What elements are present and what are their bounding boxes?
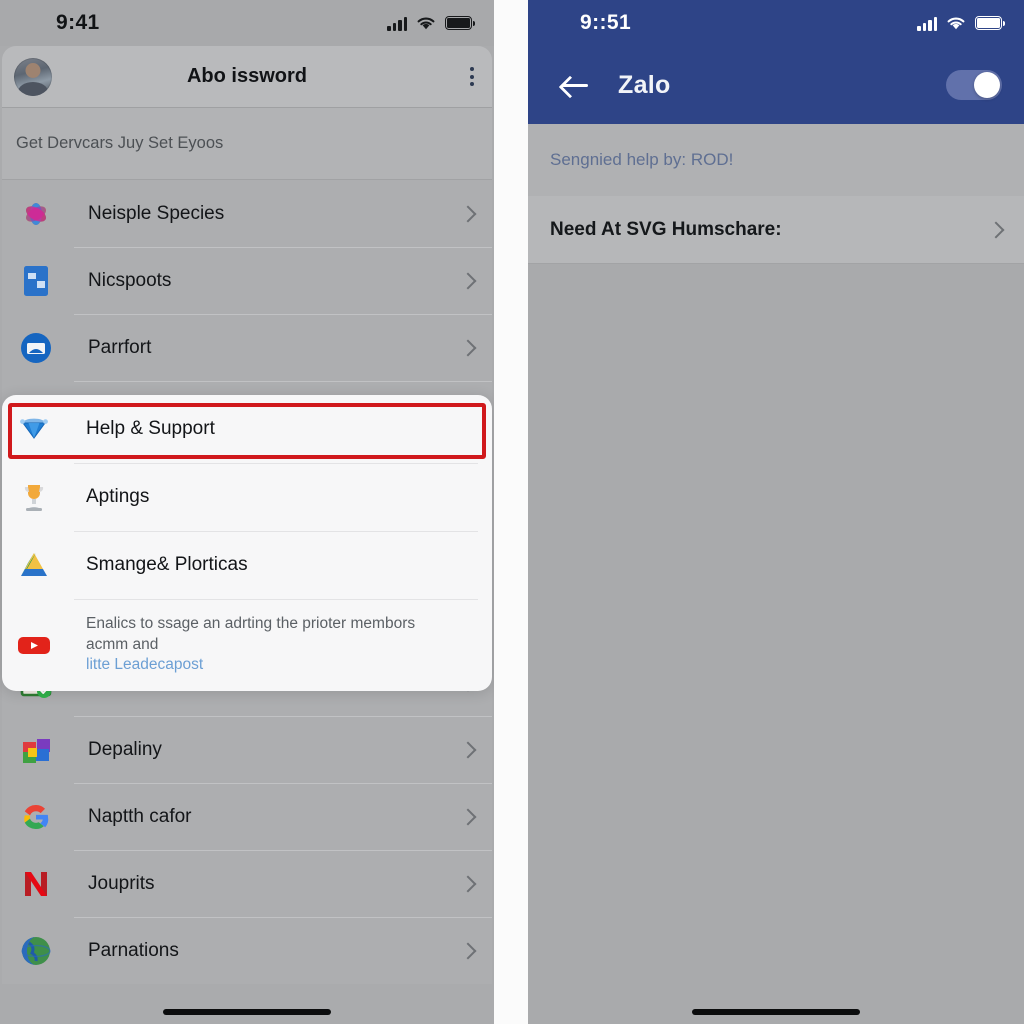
chevron-right-icon xyxy=(459,272,477,289)
chevron-right-icon xyxy=(459,875,477,892)
list-item[interactable]: Depaliny xyxy=(2,716,492,783)
status-bar-time: 9:41 xyxy=(56,11,100,34)
right-status-bar: 9::51 xyxy=(528,0,1024,46)
list-item-label: Parrfort xyxy=(88,336,152,358)
help-support-label: Help & Support xyxy=(86,418,215,439)
passport-icon xyxy=(16,328,56,368)
note-line-1: Enalics to ssage an adrting the prioter … xyxy=(86,615,416,633)
overlay-card: Help & Support Aptings Smange& Plorticas… xyxy=(2,395,492,691)
screenshot-stage: 9:41 Abo issword Get Dervcars Juy Set Ey… xyxy=(0,0,1024,1024)
right-list-item-label: Need At SVG Humschare: xyxy=(550,218,782,240)
home-indicator xyxy=(163,1009,331,1015)
list-item[interactable]: Parnations xyxy=(2,917,492,984)
netflix-icon xyxy=(16,864,56,904)
nav-title: Zalo xyxy=(618,70,671,99)
list-item[interactable]: Naptth cafor xyxy=(2,783,492,850)
youtube-icon xyxy=(14,625,54,665)
youtube-note-text: Enalics to ssage an adrting the prioter … xyxy=(86,614,415,676)
subtitle-text: Get Dervcars Juy Set Eyoos xyxy=(16,134,224,152)
status-bar-icons xyxy=(917,16,1006,31)
photos-icon xyxy=(16,194,56,234)
signal-bars-icon xyxy=(917,16,937,31)
left-status-bar: 9:41 xyxy=(0,0,494,46)
list-item-label: Jouprits xyxy=(88,872,155,894)
help-support-item[interactable]: Help & Support xyxy=(2,395,492,463)
youtube-note-item[interactable]: Enalics to ssage an adrting the prioter … xyxy=(2,599,492,691)
left-header-bar: Abo issword xyxy=(2,46,492,108)
battery-icon xyxy=(445,16,476,30)
home-indicator xyxy=(692,1009,860,1015)
left-phone-panel: 9:41 Abo issword Get Dervcars Juy Set Ey… xyxy=(0,0,494,1024)
globe-icon xyxy=(16,931,56,971)
list-item[interactable]: Jouprits xyxy=(2,850,492,917)
chevron-right-icon xyxy=(459,808,477,825)
list-item-label: Parnations xyxy=(88,939,179,961)
card-list-item-label: Aptings xyxy=(86,486,150,507)
card-list-item-label: Smange& Plorticas xyxy=(86,554,248,575)
note-link[interactable]: litte Leadecapost xyxy=(86,655,415,676)
signal-bars-icon xyxy=(387,16,407,31)
list-item[interactable]: Parrfort xyxy=(2,314,492,381)
list-item-label: Nicspoots xyxy=(88,269,172,291)
gem-icon xyxy=(14,409,54,449)
right-phone-panel: 9::51 Zalo Sengnied help by: ROD! Need A… xyxy=(528,0,1024,1024)
list-item-label: Depaliny xyxy=(88,738,162,760)
list-item-label: Naptth cafor xyxy=(88,805,192,827)
toggle-switch[interactable] xyxy=(946,70,1002,100)
chevron-right-icon xyxy=(987,221,1005,238)
right-top-bar: 9::51 Zalo xyxy=(528,0,1024,124)
card-list-item[interactable]: Smange& Plorticas xyxy=(2,531,492,599)
left-subtitle-strip: Get Dervcars Juy Set Eyoos xyxy=(2,108,492,180)
list-item-label: Neisple Species xyxy=(88,202,225,224)
back-arrow-icon[interactable] xyxy=(562,74,590,96)
list-item[interactable]: Nicspoots xyxy=(2,247,492,314)
wifi-icon xyxy=(947,16,965,29)
slides-icon xyxy=(16,261,56,301)
chevron-right-icon xyxy=(459,339,477,356)
chevron-right-icon xyxy=(459,741,477,758)
wifi-icon xyxy=(417,16,435,29)
note-text: Sengnied help by: ROD! xyxy=(550,150,734,169)
card-list-item[interactable]: Aptings xyxy=(2,463,492,531)
chevron-right-icon xyxy=(459,942,477,959)
overflow-menu-icon[interactable] xyxy=(470,67,474,86)
google-icon xyxy=(16,797,56,837)
status-bar-time: 9::51 xyxy=(580,11,632,34)
trophy-icon xyxy=(14,477,54,517)
list-item[interactable]: Neisple Species xyxy=(2,180,492,247)
note-line-2: acmm and xyxy=(86,635,159,653)
page-title: Abo issword xyxy=(186,65,307,87)
chevron-right-icon xyxy=(459,205,477,222)
status-bar-icons xyxy=(387,16,476,31)
right-nav-bar: Zalo xyxy=(528,46,1024,124)
battery-icon xyxy=(975,16,1006,30)
right-note-strip: Sengnied help by: ROD! xyxy=(528,124,1024,196)
right-list-item[interactable]: Need At SVG Humschare: xyxy=(528,196,1024,264)
drive-icon xyxy=(14,545,54,585)
avatar[interactable] xyxy=(14,57,52,96)
windows-icon xyxy=(16,730,56,770)
